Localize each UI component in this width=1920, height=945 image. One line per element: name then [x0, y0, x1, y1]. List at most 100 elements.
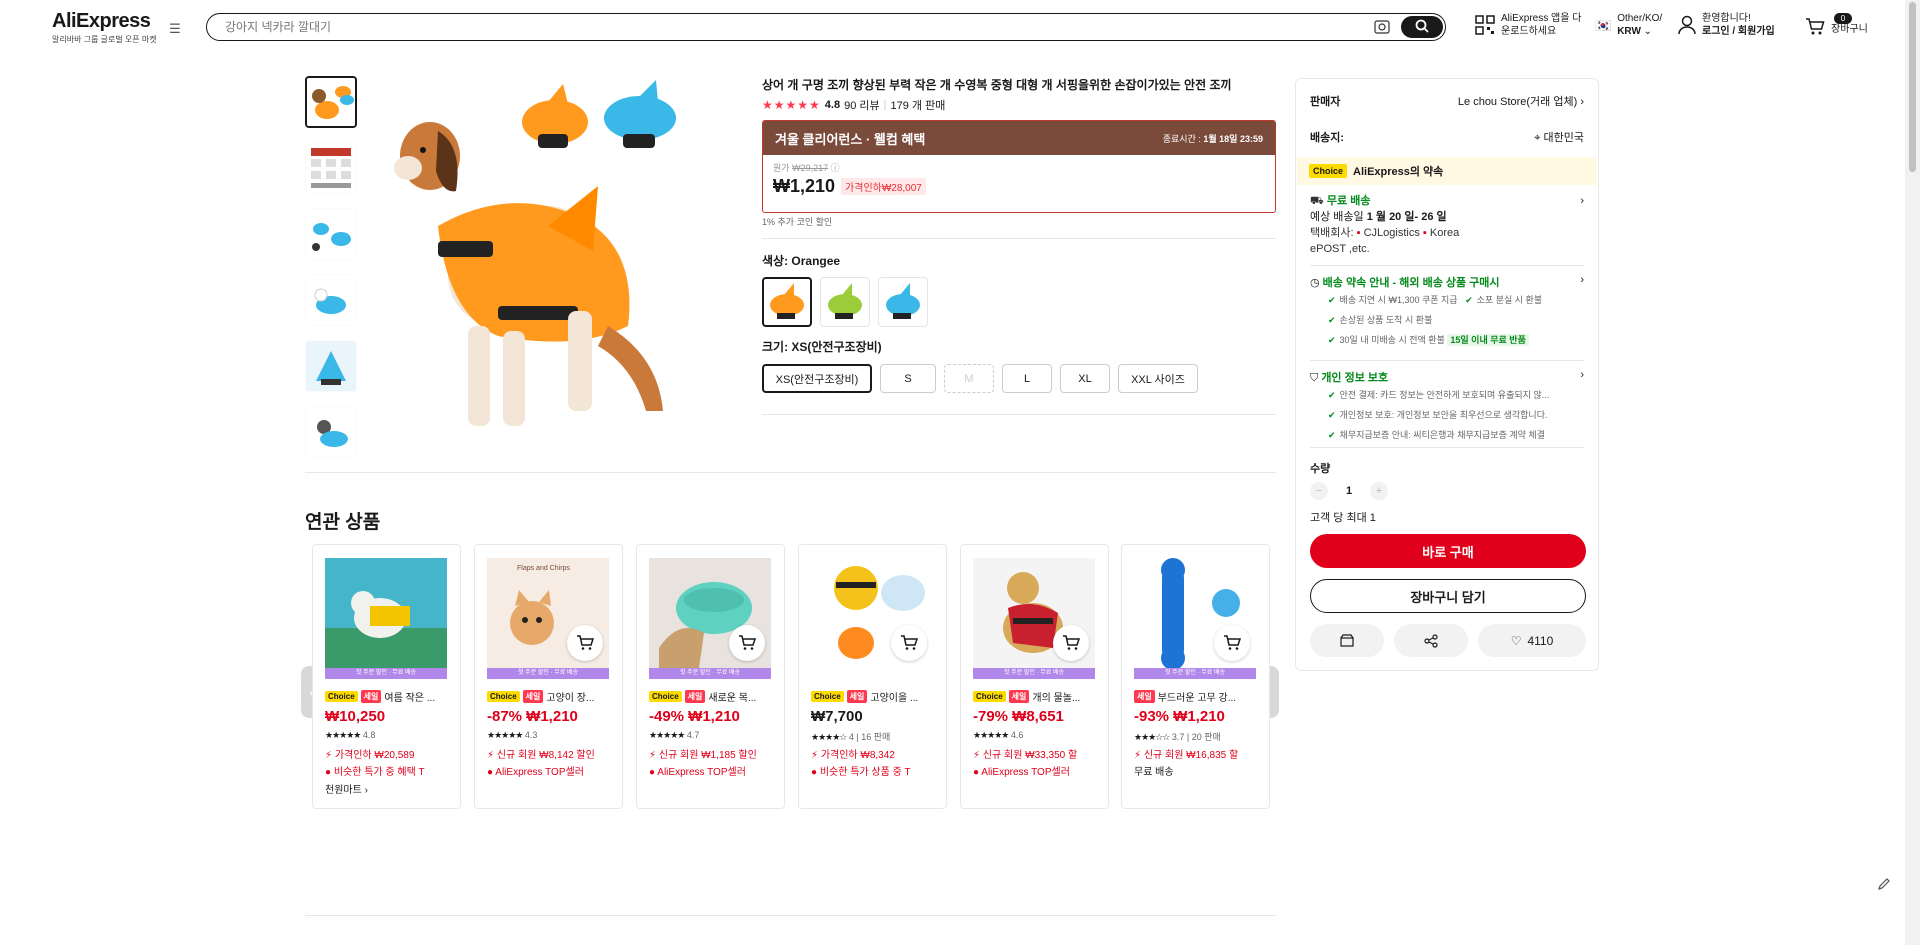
product-card[interactable]: 첫 주문 할인 · 무료 배송 Choice 세일 여름 작은 ... ₩10,25…: [312, 544, 461, 809]
quantity-value[interactable]: 1: [1346, 485, 1352, 497]
privacy-item: 개인정보 보호: 개인정보 보안을 최우선으로 생각합니다.: [1339, 410, 1548, 420]
aliexpress-logo[interactable]: AliExpress 알리바바 그룹 글로벌 오픈 마켓: [52, 10, 157, 45]
app-download[interactable]: AliExpress 앱을 다 운로드하세요: [1475, 12, 1581, 38]
region-selector[interactable]: 🇰🇷 Other/KO/KRW ⌄: [1595, 12, 1662, 38]
promo-text: 가격인하 ₩20,589: [334, 750, 415, 761]
welcome-text: 환영합니다!: [1702, 13, 1751, 24]
sale-tag: 세일: [360, 690, 382, 703]
seller-name[interactable]: Le chou Store(거래 업체): [1458, 96, 1577, 108]
scrollbar-thumb[interactable]: [1909, 2, 1916, 172]
color-swatch-blue[interactable]: [878, 277, 928, 327]
promo-line: ⚡ 가격인하 ₩8,342: [811, 746, 941, 761]
rating-stars-icon: ★★★★★: [762, 98, 821, 112]
check-icon: ✔: [1328, 410, 1336, 420]
delivery-promise-section[interactable]: ◷ 배송 약속 안내 - 해외 배송 상품 구매시 › ✔ 배송 지연 시 ₩1,3…: [1310, 274, 1584, 350]
product-rating: ★★★★★ 4.8: [325, 730, 375, 741]
review-count[interactable]: 90 리뷰: [844, 97, 880, 113]
account-menu[interactable]: 환영합니다! 로그인 / 회원가입: [1678, 12, 1775, 38]
thumbnail[interactable]: [305, 406, 357, 458]
share-button[interactable]: [1394, 624, 1468, 657]
shipping-section[interactable]: ⛟ 무료 배송 › 예상 배송일 1 월 20 일- 26 일 택배회사: ▪ C…: [1310, 193, 1584, 257]
thumbnail[interactable]: [305, 142, 357, 194]
promo-band: 첫 주문 할인 · 무료 배송: [649, 668, 771, 679]
user-icon: [1678, 15, 1696, 35]
divider: [1310, 360, 1584, 361]
increase-button[interactable]: +: [1370, 482, 1389, 500]
add-to-cart-icon[interactable]: [567, 625, 603, 661]
sale-tag: 세일: [684, 690, 706, 703]
add-to-cart-icon[interactable]: [1214, 625, 1250, 661]
vertical-scrollbar[interactable]: [1905, 0, 1920, 945]
size-option-l[interactable]: L: [1002, 364, 1052, 393]
search-input[interactable]: [225, 18, 1325, 36]
price-block: 원가 ₩29,217 ⓘ ₩1,210 가격인하₩28,007: [763, 155, 1275, 203]
info-icon[interactable]: ⓘ: [831, 163, 840, 173]
promo-text: AliExpress TOP셀러: [495, 767, 584, 778]
privacy-item: 채무지급보증 안내: 씨티은행과 채무지급보증 계약 체결: [1339, 430, 1545, 440]
product-card[interactable]: Flaps and Chirps 첫 주문 할인 · 무료 배송 Choice 세…: [474, 544, 623, 809]
promo-line: ● AliExpress TOP셀러: [487, 763, 617, 778]
product-card[interactable]: Choice 세일 고양이을 ... ₩7,700 ★★★★☆ 4 | 16 판매 …: [798, 544, 947, 809]
size-option-xl[interactable]: XL: [1060, 364, 1110, 393]
color-swatches: [762, 277, 928, 327]
search-button[interactable]: [1401, 16, 1443, 38]
rating-value: 4: [848, 732, 854, 742]
product-card[interactable]: 첫 주문 할인 · 무료 배송 Choice 세일 개의 물놀... -79% ₩8…: [960, 544, 1109, 809]
buy-now-button[interactable]: 바로 구매: [1310, 534, 1586, 568]
thumbnail[interactable]: [305, 76, 357, 128]
badge-icon: ●: [811, 767, 818, 778]
sale-tag: 세일: [1008, 690, 1030, 703]
product-title: 상어 개 구명 조끼 향상된 부력 작은 개 수영복 중형 대형 개 서핑을위한…: [762, 78, 1232, 92]
size-option-m[interactable]: M: [944, 364, 994, 393]
add-to-cart-icon[interactable]: [1053, 625, 1089, 661]
add-to-cart-button[interactable]: 장바구니 담기: [1310, 579, 1586, 613]
original-price: ₩29,217: [792, 163, 829, 173]
wishlist-button[interactable]: ♡ 4110: [1478, 624, 1586, 657]
rating-stars-icon: ★★★★★: [973, 730, 1009, 740]
size-option-xxl[interactable]: XXL 사이즈: [1118, 364, 1198, 393]
delivery-promise-title: 배송 약속 안내 - 해외 배송 상품 구매시: [1322, 277, 1500, 289]
ship-to-row[interactable]: 배송지: ⌖ 대한민국: [1310, 129, 1584, 145]
thumbnail[interactable]: [305, 340, 357, 392]
rating-stars-icon: ★★★☆☆: [1134, 732, 1170, 742]
edit-icon[interactable]: [1877, 877, 1891, 891]
ship-to-label: 배송지:: [1310, 132, 1345, 144]
product-card[interactable]: 첫 주문 할인 · 무료 배송 Choice 세일 새로운 목... -49% ₩1…: [636, 544, 785, 809]
hamburger-menu-icon[interactable]: ☰: [166, 21, 184, 37]
product-card-title: Choice 세일 고양이 장...: [487, 689, 615, 704]
privacy-section[interactable]: ⛉ 개인 정보 보호 › ✔ 안전 결제: 카드 정보는 안전하게 보호되며 유출되…: [1310, 369, 1584, 445]
add-to-cart-icon[interactable]: [729, 625, 765, 661]
size-option-s[interactable]: S: [880, 364, 936, 393]
thumbnail[interactable]: [305, 274, 357, 326]
size-option-xs[interactable]: XS(안전구조장비): [762, 364, 872, 393]
product-rating: ★★★★☆ 4 | 16 판매: [811, 730, 890, 743]
ship-to-country[interactable]: 대한민국: [1544, 132, 1584, 144]
promo-line: ● 비슷한 특가 상품 중 T: [811, 763, 941, 778]
sale-title: 겨울 클리어런스 · 웰컴 혜택: [775, 131, 926, 147]
purchase-panel: 판매자 Le chou Store(거래 업체) › 배송지: ⌖ 대한민국 C…: [1295, 78, 1599, 671]
main-product-image[interactable]: [378, 76, 738, 446]
product-price: -49% ₩1,210: [649, 708, 740, 725]
store-link[interactable]: 천원마트 ›: [325, 781, 368, 796]
product-card[interactable]: 첫 주문 할인 · 무료 배송 세일 부드러운 고무 강... -93% ₩1,2…: [1121, 544, 1270, 809]
image-search-icon[interactable]: [1374, 20, 1390, 34]
color-swatch-orange[interactable]: [762, 277, 812, 327]
current-price: ₩1,210: [773, 176, 836, 196]
decrease-button[interactable]: −: [1310, 482, 1328, 500]
heart-icon: ♡: [1510, 633, 1522, 648]
size-options: XS(안전구조장비) S M L XL XXL 사이즈: [762, 364, 1198, 393]
rating-value: 3.7: [1171, 732, 1185, 742]
product-rating: ★★★★★ 4.6: [973, 730, 1023, 741]
product-price: ₩10,250: [325, 708, 386, 725]
store-button[interactable]: [1310, 624, 1384, 657]
add-to-cart-icon[interactable]: [891, 625, 927, 661]
promo-line: ⚡ 신규 회원 ₩8,142 할인: [487, 746, 617, 761]
login-link[interactable]: 로그인 / 회원가입: [1702, 26, 1775, 37]
promo-band: 첫 주문 할인 · 무료 배송: [487, 668, 609, 679]
product-card-image[interactable]: [325, 558, 447, 668]
thumbnail[interactable]: [305, 208, 357, 260]
color-swatch-green[interactable]: [820, 277, 870, 327]
seller-row[interactable]: 판매자 Le chou Store(거래 업체) ›: [1310, 93, 1584, 109]
truck-icon: ⛟: [1310, 195, 1324, 207]
product-rating: ★★★★★ 4.3: [487, 730, 537, 741]
